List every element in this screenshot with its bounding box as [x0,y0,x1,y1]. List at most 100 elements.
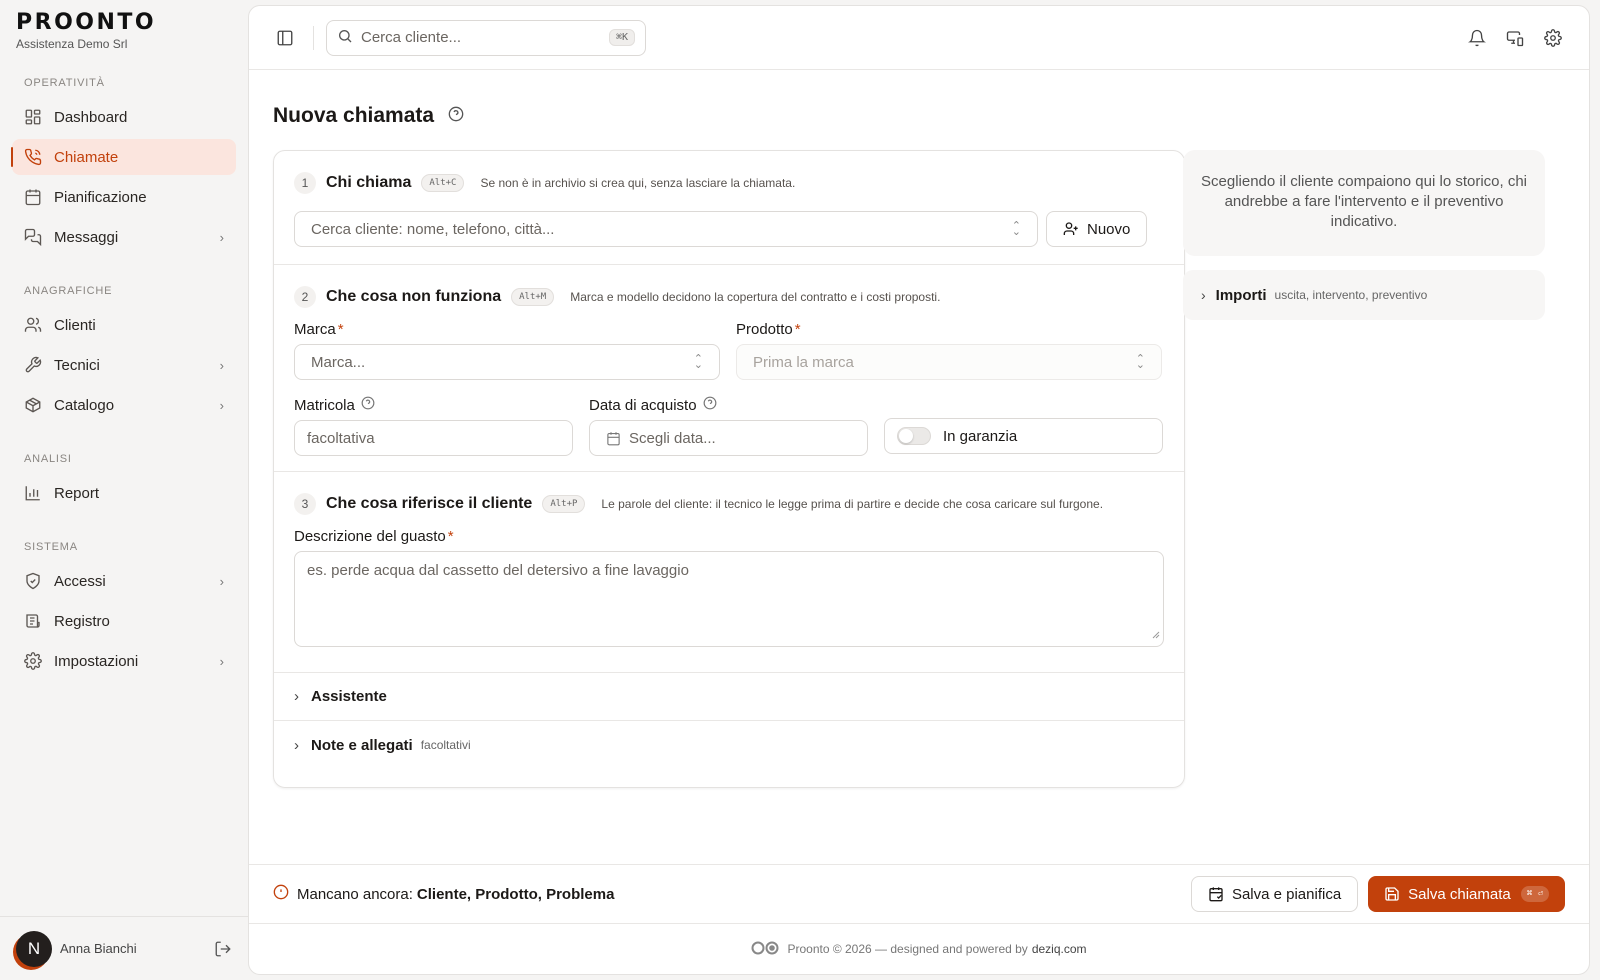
page-title-text: Nuova chiamata [273,104,435,127]
matricola-input[interactable]: facoltativa [294,420,573,456]
marca-label-text: Marca [294,321,336,338]
action-bar: Mancano ancora: Cliente, Prodotto, Probl… [249,864,1589,924]
section-shortcut: Alt+C [421,174,465,192]
sidebar-item-chiamate[interactable]: Chiamate [11,139,236,175]
page-title: Nuova chiamata [273,104,464,128]
sidebar-item-dashboard[interactable]: Dashboard [12,99,236,135]
chevrons-up-down-icon: ⌃ ⌄ [693,353,703,371]
topbar-actions [1461,22,1569,54]
panel-left-icon [277,30,293,45]
prodotto-label: Prodotto * [736,321,1162,338]
garanzia-label: In garanzia [943,427,1018,445]
assistente-collapsible[interactable]: › Assistente [274,673,1184,721]
missing-prefix: Mancano ancora: [297,885,413,903]
importi-sub: uscita, intervento, preventivo [1274,288,1428,302]
brand-logo[interactable]: PROONTO [16,10,236,35]
section-header: 2 Che cosa non funziona Alt+M Marca e mo… [294,285,1164,309]
step-number: 2 [294,286,316,308]
search-placeholder: Cerca cliente... [361,29,462,46]
proonto-logo-icon [751,941,779,958]
sidebar-item-messaggi[interactable]: Messaggi › [12,219,236,255]
chevron-right-icon: › [219,653,224,669]
chevron-right-icon: › [219,229,224,245]
prodotto-label-text: Prodotto [736,321,793,338]
help-icon[interactable] [361,396,375,414]
descrizione-textarea[interactable]: es. perde acqua dal cassetto del detersi… [294,551,1164,647]
importi-collapsible[interactable]: › Importi uscita, intervento, preventivo [1183,270,1545,320]
user-name: Anna Bianchi [60,941,137,956]
prodotto-select[interactable]: Prima la marca ⌃ ⌄ [736,344,1162,380]
sidebar-item-pianificazione[interactable]: Pianificazione [12,179,236,215]
note-allegati-title: Note e allegati [311,736,413,754]
marca-placeholder: Marca... [311,353,366,371]
save-call-button[interactable]: Salva chiamata ⌘ ⏎ [1368,876,1565,912]
garanzia-toggle-field[interactable]: In garanzia [884,418,1163,454]
sidebar-item-clienti[interactable]: Clienti [12,307,236,343]
calendar-icon [24,188,42,206]
chevrons-up-down-icon: ⌃ ⌄ [1011,220,1021,238]
section-hint: Se non è in archivio si crea qui, senza … [480,176,796,190]
sidebar-item-label: Pianificazione [54,188,147,206]
sidebar-item-accessi[interactable]: Accessi › [12,563,236,599]
save-and-plan-button[interactable]: Salva e pianifica [1190,876,1359,912]
descrizione-label-text: Descrizione del guasto [294,528,446,545]
chevron-right-icon: › [294,736,299,754]
search-shortcut: ⌘K [608,29,635,46]
logout-icon[interactable] [214,940,232,958]
company-name: Assistenza Demo Srl [16,37,128,51]
assistente-title: Assistente [311,688,387,705]
prodotto-placeholder: Prima la marca [753,353,854,371]
save-call-shortcut: ⌘ ⏎ [1520,886,1549,902]
sidebar-item-label: Messaggi [54,228,119,246]
dashboard-icon [24,108,42,126]
sidebar-item-tecnici[interactable]: Tecnici › [12,347,236,383]
devices-icon [1506,30,1524,46]
client-search-combobox[interactable]: Cerca cliente: nome, telefono, città... … [294,211,1038,247]
nav-section-anagrafiche: ANAGRAFICHE [24,285,113,297]
sidebar-item-report[interactable]: Report [12,475,236,511]
divider [313,25,314,50]
section-che-cosa-non-funziona: 2 Che cosa non funziona Alt+M Marca e mo… [274,265,1184,472]
required-mark: * [337,321,344,338]
missing-items: Cliente, Prodotto, Problema [416,885,615,903]
resize-grip-icon[interactable] [1152,626,1160,643]
chevron-right-icon: › [294,688,299,705]
sidebar-toggle-button[interactable] [269,22,301,54]
chevron-right-icon: › [1201,287,1206,303]
sidebar-item-catalogo[interactable]: Catalogo › [12,387,236,423]
required-mark: * [794,321,801,338]
calendar-check-icon [1209,887,1223,902]
page-footer: Proonto © 2026 — designed and powered by… [249,924,1589,974]
alert-circle-icon [273,884,289,904]
section-header: 3 Che cosa riferisce il cliente Alt+P Le… [294,492,1164,516]
user-plus-icon [1063,222,1078,235]
step-number: 3 [294,493,316,515]
matricola-label: Matricola [294,396,573,414]
new-client-button[interactable]: Nuovo [1046,211,1148,247]
marca-select[interactable]: Marca... ⌃ ⌄ [294,344,720,380]
avatar[interactable]: N [16,930,52,967]
sidebar-item-registro[interactable]: Registro [12,603,236,639]
settings-button[interactable] [1537,22,1569,54]
required-mark: * [447,528,454,545]
note-allegati-collapsible[interactable]: › Note e allegati facoltativi [274,721,1184,769]
client-search-placeholder: Cerca cliente: nome, telefono, città... [311,220,555,238]
data-acquisto-picker[interactable]: Scegli data... [589,420,868,456]
bar-chart-icon [24,484,42,502]
sidebar-item-impostazioni[interactable]: Impostazioni › [12,643,236,679]
data-acquisto-placeholder: Scegli data... [629,429,716,447]
help-icon[interactable] [703,396,717,414]
topbar: Cerca cliente... ⌘K [249,6,1589,70]
calendar-icon [607,431,620,445]
notifications-button[interactable] [1461,22,1493,54]
garanzia-switch[interactable] [897,427,931,445]
search-input[interactable]: Cerca cliente... ⌘K [326,19,646,56]
section-title: Che cosa non funziona [326,288,502,305]
sidebar-item-label: Report [54,484,100,502]
app-root: PROONTO Assistenza Demo Srl OPERATIVITÀ … [0,0,1600,980]
devices-button[interactable] [1499,22,1531,54]
footer-domain-link[interactable]: deziq.com [1032,942,1087,956]
sidebar: PROONTO Assistenza Demo Srl OPERATIVITÀ … [0,0,248,980]
users-icon [24,316,42,334]
help-icon[interactable] [448,104,464,128]
